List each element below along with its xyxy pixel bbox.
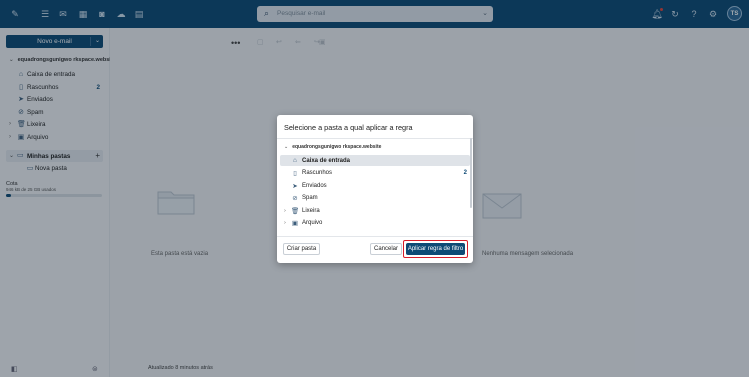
- divider: [277, 138, 473, 139]
- apply-filter-rule-button[interactable]: Aplicar regra de filtro: [406, 243, 465, 255]
- dialog-folder-sent[interactable]: ➤ Enviados: [280, 180, 470, 191]
- dialog-folder-trash[interactable]: › 🗑︎ Lixeira: [280, 205, 470, 216]
- inbox-icon: ⌂: [293, 157, 297, 164]
- chevron-down-icon: ⌄: [284, 144, 289, 150]
- draft-icon: ▯: [293, 169, 297, 177]
- create-folder-button[interactable]: Criar pasta: [283, 243, 320, 255]
- trash-icon: 🗑︎: [291, 207, 300, 215]
- send-icon: ➤: [292, 182, 298, 190]
- chevron-right-icon[interactable]: ›: [284, 208, 286, 214]
- dialog-folder-archive[interactable]: › ▣ Arquivo: [280, 217, 470, 228]
- dialog-scrollbar[interactable]: [470, 138, 472, 208]
- dialog-account-name[interactable]: ⌄ equadrongsgunigwo rkspace.website: [284, 144, 381, 150]
- dialog-folder-spam[interactable]: ⊘ Spam: [280, 192, 470, 203]
- dialog-folder-drafts[interactable]: ▯ Rascunhos 2: [280, 167, 470, 178]
- dialog-folder-inbox[interactable]: ⌂ Caixa de entrada: [280, 155, 470, 166]
- archive-icon: ▣: [291, 219, 299, 227]
- dialog-title: Selecione a pasta a qual aplicar a regra: [284, 123, 413, 132]
- chevron-right-icon[interactable]: ›: [284, 220, 286, 226]
- spam-icon: ⊘: [292, 194, 298, 202]
- divider: [277, 236, 473, 237]
- drafts-count: 2: [463, 169, 467, 176]
- cancel-button[interactable]: Cancelar: [370, 243, 402, 255]
